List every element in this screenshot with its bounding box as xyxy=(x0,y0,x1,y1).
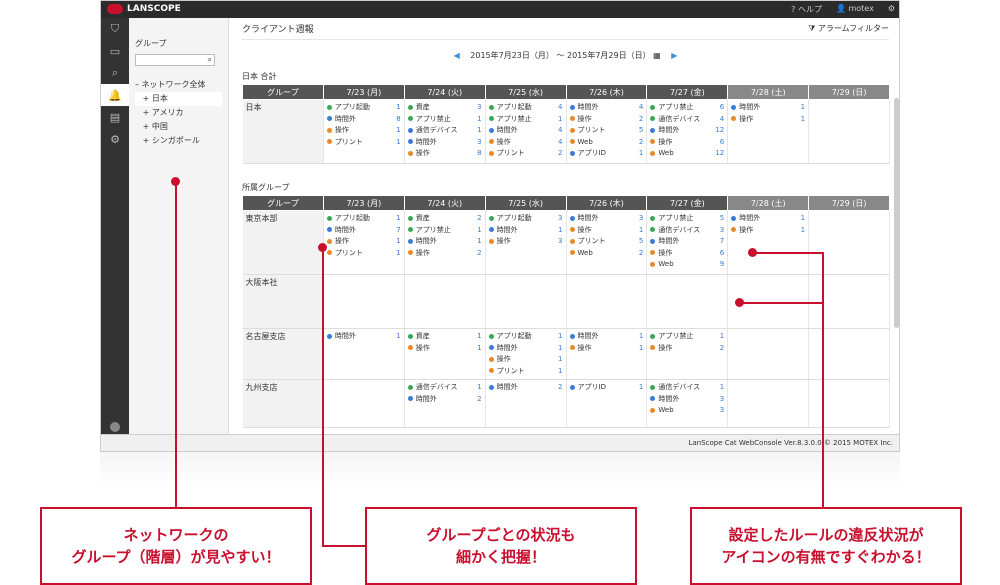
tree-item[interactable]: + 日本 xyxy=(135,92,222,106)
next-week-button[interactable]: ▶ xyxy=(671,51,677,60)
app-window: LANSCOPE ? ヘルプ 👤 motex ⚙ ⛉ ▭ ⌕ 🔔 ▤ ⚙ グルー… xyxy=(100,0,900,452)
settings-icon[interactable]: ⚙ xyxy=(888,4,895,15)
user-menu[interactable]: 👤 motex xyxy=(836,4,874,15)
group-table: グループ 7/23 (月) 7/24 (火) 7/25 (水) 7/26 (木) 7/27… xyxy=(242,195,890,428)
alarm-filter-button[interactable]: ⧩ アラームフィルター xyxy=(808,23,889,34)
section-title: 日本 合計 xyxy=(242,72,277,81)
collapse-icon[interactable] xyxy=(110,422,120,432)
icon-nav: ⛉ ▭ ⌕ 🔔 ▤ ⚙ xyxy=(101,18,129,436)
top-bar: LANSCOPE ? ヘルプ 👤 motex ⚙ xyxy=(101,1,899,18)
report-icon[interactable]: ▤ xyxy=(101,106,129,128)
tree-item[interactable]: – ネットワーク全体 xyxy=(135,78,222,92)
callout-rule-violation: 設定したルールの違反状況が アイコンの有無ですぐわかる！ xyxy=(690,507,962,585)
tree-item[interactable]: + アメリカ xyxy=(135,106,222,120)
date-nav: ◀ 2015年7月23日（月） ～ 2015年7月29日（日） ▦ ▶ xyxy=(453,51,678,60)
search-icon: ⌕ xyxy=(207,55,212,64)
summary-table: グループ 7/23 (月) 7/24 (火) 7/25 (水) 7/26 (木) 7/27… xyxy=(242,84,890,164)
callout-group-status: グループごとの状況も 細かく把握！ xyxy=(365,507,637,585)
sidebar: グループ ⌕ – ネットワーク全体 + 日本 + アメリカ + 中国 + シンガ… xyxy=(129,18,229,436)
shield-icon[interactable]: ⛉ xyxy=(101,18,129,40)
page-title: クライアント週報 xyxy=(242,25,314,35)
monitor-icon[interactable]: ▭ xyxy=(101,40,129,62)
bell-icon[interactable]: 🔔 xyxy=(101,84,129,106)
footer: LanScope Cat WebConsole Ver.8.3.0.0 © 20… xyxy=(101,434,899,451)
calendar-icon[interactable]: ▦ xyxy=(653,51,661,60)
help-link[interactable]: ? ヘルプ xyxy=(791,4,822,15)
prev-week-button[interactable]: ◀ xyxy=(454,51,460,60)
group-search-input[interactable]: ⌕ xyxy=(135,54,215,66)
gear-icon[interactable]: ⚙ xyxy=(101,128,129,150)
tree-item[interactable]: + 中国 xyxy=(135,120,222,134)
tree-item[interactable]: + シンガポール xyxy=(135,134,222,148)
section-title: 所属グループ xyxy=(242,183,290,192)
main-panel: クライアント週報 ⧩ アラームフィルター ◀ 2015年7月23日（月） ～ 2… xyxy=(230,18,899,436)
scrollbar[interactable] xyxy=(894,98,899,328)
group-label: グループ xyxy=(135,39,167,48)
search-icon[interactable]: ⌕ xyxy=(101,62,129,84)
callout-group-hierarchy: ネットワークの グループ（階層）が見やすい！ xyxy=(40,507,312,585)
reflection xyxy=(100,452,900,487)
logo: LANSCOPE xyxy=(107,4,181,14)
